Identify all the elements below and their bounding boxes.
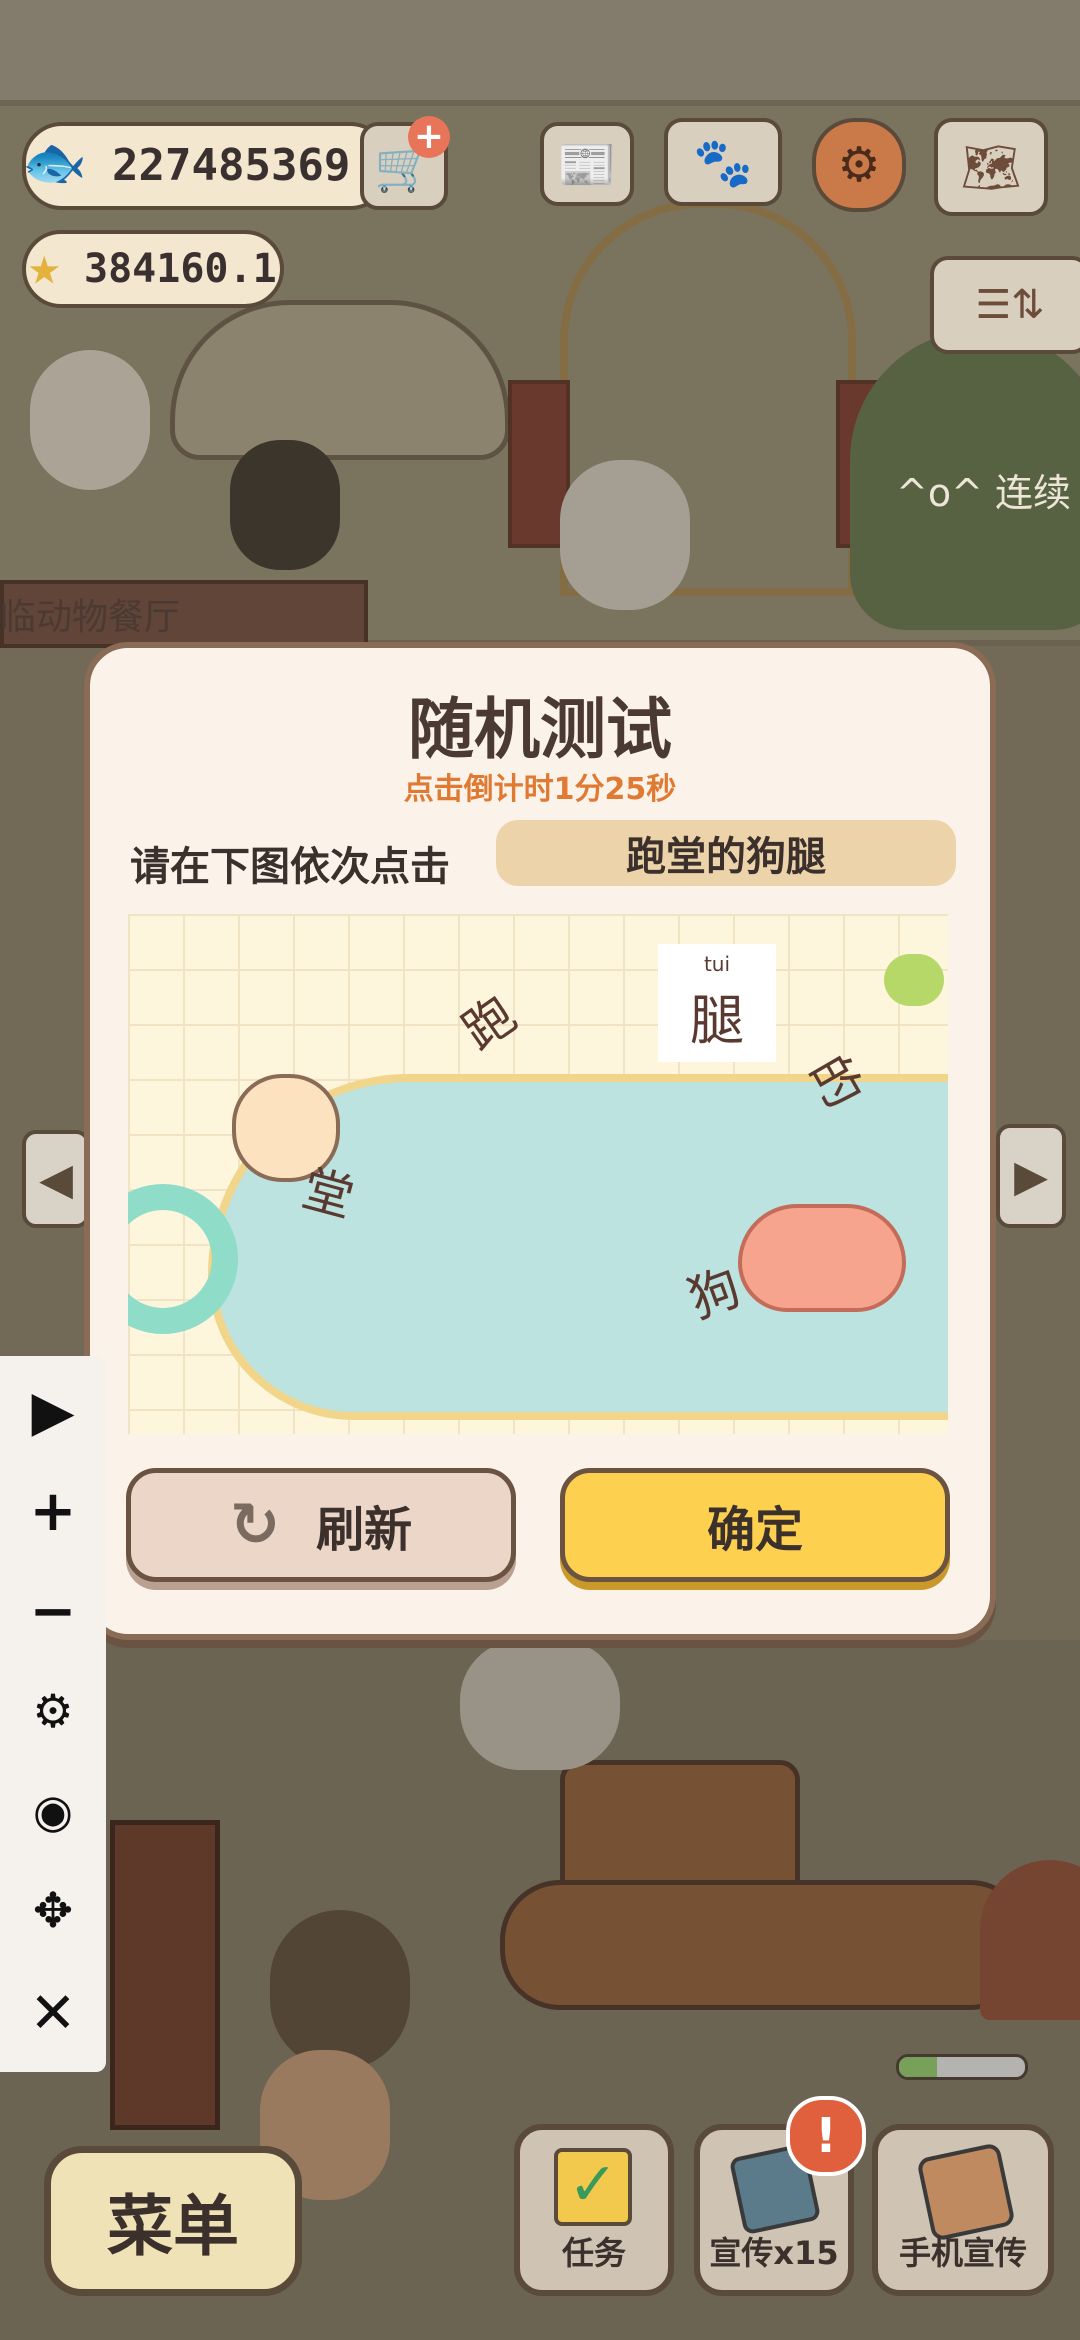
captcha-image[interactable]: tui 腿 跑 的 堂 狗 (128, 914, 948, 1434)
tasks-button[interactable]: ✓ 任务 (514, 2124, 674, 2296)
confirm-button[interactable]: 确定 (560, 1468, 950, 1582)
dialog-title: 随机测试 (408, 691, 672, 768)
refresh-label: 刷新 (316, 1502, 413, 1558)
captcha-dialog: 随机测试 点击倒计时1分25秒 请在下图依次点击 跑堂的狗腿 tui 腿 跑 的… (84, 642, 996, 1640)
alert-icon: ! (786, 2096, 866, 2176)
countdown-text: 点击倒计时1分25秒 (403, 772, 677, 807)
floating-toolbar: ▶ + − ⚙ ◉ ✥ ✕ (0, 1356, 106, 2072)
eye-icon[interactable]: ◉ (0, 1776, 106, 1846)
menu-label: 菜单 (107, 2188, 239, 2265)
target-phrase: 跑堂的狗腿 (496, 820, 956, 886)
refresh-button[interactable]: ↻ 刷新 (126, 1468, 516, 1582)
minus-icon[interactable]: − (0, 1576, 106, 1646)
char-pinyin: tui (703, 951, 731, 976)
phone-promote-label: 手机宣传 (898, 2234, 1027, 2272)
newspaper-button[interactable]: 📰 (540, 122, 634, 206)
move-icon[interactable]: ✥ (0, 1876, 106, 1946)
fish-icon: 🐟 (22, 133, 87, 193)
fish-count: 227485369 (112, 140, 351, 191)
restaurant-sign: 临动物餐厅 (0, 597, 181, 638)
phone-flyer-icon (916, 2142, 1016, 2242)
confirm-label: 确定 (706, 1502, 803, 1558)
star-icon: ★ (28, 234, 61, 297)
right-arrow-button[interactable]: ▶ (996, 1124, 1066, 1228)
char-glyph: 腿 (690, 988, 744, 1052)
refresh-icon: ↻ (229, 1490, 281, 1560)
phone-promote-button[interactable]: 手机宣传 (872, 2124, 1054, 2296)
plus-icon[interactable]: + (0, 1476, 106, 1546)
settings-gear-button[interactable]: ⚙ (812, 118, 906, 212)
instruction-text: 请在下图依次点击 (130, 844, 450, 890)
pet-book-button[interactable]: 🐾 (664, 118, 782, 206)
tasks-label: 任务 (561, 2234, 626, 2272)
fish-currency-bar: 🐟 227485369 (22, 122, 390, 210)
captcha-char-tui[interactable]: tui 腿 (658, 944, 776, 1062)
coconut-drink (884, 954, 944, 1006)
star-count: 384160.1 (84, 246, 277, 292)
side-hint-text: ^o^ 连续 (896, 471, 1072, 515)
add-icon[interactable]: + (408, 116, 450, 158)
star-currency-bar: ★ 384160.1 (22, 230, 284, 308)
map-button[interactable]: 🗺 (934, 118, 1048, 216)
menu-button[interactable]: 菜单 (44, 2146, 302, 2296)
sort-toggle-button[interactable]: ☰⇅ (930, 256, 1080, 354)
flamingo-float (738, 1204, 906, 1312)
left-arrow-button[interactable]: ◀ (22, 1130, 90, 1228)
checkmark-icon: ✓ (554, 2148, 632, 2226)
gear-icon[interactable]: ⚙ (0, 1676, 106, 1746)
play-icon[interactable]: ▶ (0, 1376, 106, 1446)
promote-label: 宣传x15 (709, 2234, 839, 2272)
close-icon[interactable]: ✕ (0, 1978, 106, 2048)
